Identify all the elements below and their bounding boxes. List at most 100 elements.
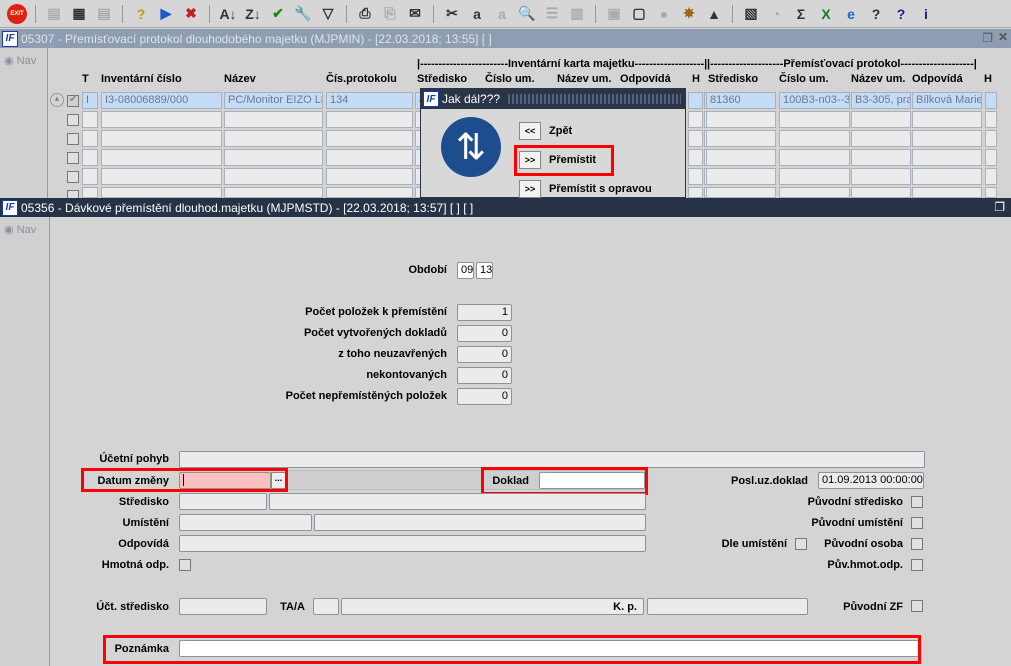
dle-umisteni-checkbox[interactable] — [795, 538, 807, 550]
nav-radio[interactable]: ◉ Nav — [4, 54, 36, 67]
grid-cell[interactable] — [851, 111, 911, 128]
row-checkbox[interactable]: ✔ — [67, 94, 79, 107]
grid-cell[interactable]: 100B3-n03--3 — [779, 92, 850, 109]
grid-cell[interactable] — [326, 168, 413, 185]
grid-cell[interactable]: I — [82, 92, 98, 109]
grid-cell[interactable] — [851, 149, 911, 166]
chart-icon[interactable]: ▧ — [740, 3, 762, 25]
column-header[interactable]: Středisko — [708, 73, 758, 85]
grid-cell[interactable] — [326, 111, 413, 128]
column-header[interactable]: Číslo um. — [485, 73, 535, 85]
grid-cell[interactable] — [779, 168, 850, 185]
columns-icon[interactable]: ▥ — [566, 3, 588, 25]
row-checkbox[interactable] — [67, 171, 79, 183]
window2-titlebar[interactable]: IF 05356 - Dávkové přemístění dlouhod.ma… — [0, 198, 1011, 217]
add-record-icon[interactable]: ▤ — [43, 3, 65, 25]
column-header[interactable]: Odpovídá — [912, 73, 963, 85]
column-header[interactable]: Středisko — [417, 73, 467, 85]
nav-radio[interactable]: ◉ Nav — [4, 223, 36, 236]
grid-cell[interactable] — [101, 111, 222, 128]
grid-cell[interactable] — [706, 168, 776, 185]
wheel-icon[interactable]: ✵ — [678, 3, 700, 25]
translate-icon[interactable]: a — [491, 3, 513, 25]
grid-cell[interactable] — [779, 187, 850, 198]
restore-icon[interactable]: ❐ — [982, 31, 993, 45]
column-header[interactable]: Název — [224, 73, 256, 85]
excel-icon[interactable]: X — [815, 3, 837, 25]
execute-query-icon[interactable]: ▶ — [155, 3, 177, 25]
posl-uz-doklad-input[interactable]: 01.09.2013 00:00:00 — [818, 472, 924, 489]
row-checkbox[interactable] — [67, 133, 79, 145]
print-icon[interactable]: ⎙ — [354, 3, 376, 25]
grid-cell[interactable] — [912, 130, 982, 147]
restore-icon[interactable]: ❐ — [994, 200, 1005, 214]
cut-icon[interactable]: ✂ — [441, 3, 463, 25]
puvodni-osoba-checkbox[interactable] — [911, 538, 923, 550]
format-icon[interactable]: a — [466, 3, 488, 25]
window1-titlebar[interactable]: IF 05307 - Přemísťovací protokol dlouhod… — [0, 29, 1011, 48]
grid-cell[interactable] — [985, 168, 997, 185]
puvodni-stredisko-checkbox[interactable] — [911, 496, 923, 508]
grid-cell[interactable] — [688, 130, 703, 147]
umisteni-name-input[interactable] — [314, 514, 646, 531]
clock-icon[interactable]: ◔ — [765, 3, 787, 25]
umisteni-code-input[interactable] — [179, 514, 312, 531]
dialog-option-button[interactable]: << — [519, 122, 541, 140]
help-icon[interactable]: ? — [865, 3, 887, 25]
grid-cell[interactable] — [224, 130, 323, 147]
grid-cell[interactable] — [851, 187, 911, 198]
dialog-titlebar[interactable]: IF Jak dál??? — [421, 89, 685, 109]
print-setup-icon[interactable]: ⎘ — [379, 3, 401, 25]
uct-stredisko-input[interactable] — [179, 598, 267, 615]
grid-cell[interactable] — [101, 149, 222, 166]
column-header[interactable]: Číslo um. — [779, 73, 829, 85]
grid-cell[interactable] — [224, 187, 323, 198]
dialog-option-button[interactable]: >> — [519, 180, 541, 198]
grid-cell[interactable] — [912, 149, 982, 166]
grid-cell[interactable] — [82, 187, 98, 198]
scroll-up-button[interactable]: ▲ — [50, 93, 64, 107]
filter-icon[interactable]: ▽ — [317, 3, 339, 25]
grid-cell[interactable] — [779, 130, 850, 147]
info-icon[interactable]: i — [915, 3, 937, 25]
column-header[interactable]: H — [984, 73, 992, 85]
grid-cell[interactable] — [706, 111, 776, 128]
dialog-option-2[interactable]: >> Přemístit s opravou — [519, 180, 652, 198]
grid-cell[interactable] — [688, 149, 703, 166]
copy-record-icon[interactable]: ▦ — [68, 3, 90, 25]
grid-cell[interactable] — [82, 130, 98, 147]
taa-name-input[interactable] — [341, 598, 644, 615]
column-header[interactable]: T — [82, 73, 89, 85]
grid-cell[interactable] — [82, 111, 98, 128]
grid-cell[interactable] — [912, 187, 982, 198]
puv-hmot-odp-checkbox[interactable] — [911, 559, 923, 571]
exit-button[interactable]: EXIT — [6, 3, 28, 25]
obdobi-year-input[interactable]: 13 — [476, 262, 493, 279]
column-header[interactable]: Odpovídá — [620, 73, 671, 85]
grid-cell[interactable] — [985, 130, 997, 147]
grid-cell[interactable] — [82, 168, 98, 185]
grid-cell[interactable] — [706, 187, 776, 198]
grid-cell[interactable] — [985, 92, 997, 109]
grid-cell[interactable] — [688, 111, 703, 128]
grid-cell[interactable] — [779, 111, 850, 128]
grid-cell[interactable] — [101, 187, 222, 198]
obdobi-month-input[interactable]: 09 — [457, 262, 474, 279]
row-checkbox[interactable] — [67, 152, 79, 164]
mail-icon[interactable]: ✉ — [404, 3, 426, 25]
grid-cell[interactable]: I3-08006889/000 — [101, 92, 222, 109]
ucetni-pohyb-input[interactable] — [179, 451, 925, 468]
cancel-query-icon[interactable]: ✖ — [180, 3, 202, 25]
globe-icon[interactable]: ● — [653, 3, 675, 25]
grid-cell[interactable]: 81360 — [706, 92, 776, 109]
grid-cell[interactable] — [779, 149, 850, 166]
hmotna-odp-checkbox[interactable] — [179, 559, 191, 571]
grid-cell[interactable] — [912, 111, 982, 128]
column-header[interactable]: Název um. — [557, 73, 611, 85]
grid-cell[interactable] — [688, 92, 703, 109]
sort-asc-icon[interactable]: A↓ — [217, 3, 239, 25]
help-context-icon[interactable]: ? — [890, 3, 912, 25]
grid-cell[interactable] — [326, 130, 413, 147]
sort-desc-icon[interactable]: Z↓ — [242, 3, 264, 25]
grid-cell[interactable] — [851, 130, 911, 147]
